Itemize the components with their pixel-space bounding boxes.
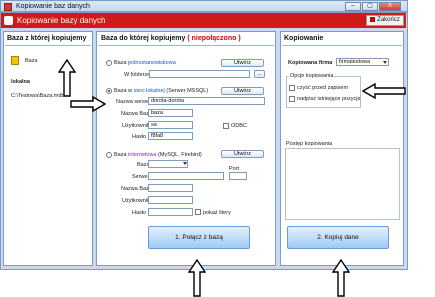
divider: [5, 45, 91, 46]
overwrite-label: nadpisz istniejące pozycje: [297, 96, 361, 102]
copy-data-button[interactable]: 2. Kopiuj dane: [287, 226, 389, 249]
opt2-highlight: sieci lokalnej: [133, 88, 165, 94]
opt2-label: Baza w sieci lokalnej (Serwer MSSQL): [114, 88, 208, 94]
inet-dbname-label: Nazwa Bazy: [121, 186, 152, 192]
clear-before-save-label: czyść przed zapisem: [297, 85, 349, 91]
folder-input[interactable]: [149, 70, 250, 78]
overwrite-checkbox[interactable]: [289, 96, 295, 102]
inet-user-label: Użytkownik: [122, 198, 150, 204]
db-name-input[interactable]: baza: [148, 109, 193, 117]
source-db-label: Baza: [25, 58, 38, 64]
copy-title: Kopiowanie: [284, 35, 324, 42]
create-button-2[interactable]: Utwórz: [221, 87, 264, 95]
firm-select[interactable]: firmatestowa: [336, 58, 389, 66]
create-button-3[interactable]: Utwórz: [221, 150, 264, 158]
exit-icon: [370, 16, 376, 22]
inet-user-input[interactable]: [148, 196, 193, 204]
arrow-up-icon: [58, 59, 76, 97]
inet-dbname-input[interactable]: [148, 184, 193, 192]
radio-internet[interactable]: [106, 152, 112, 158]
source-panel: [3, 31, 93, 266]
inet-server-input[interactable]: [148, 172, 224, 180]
target-title: Baza do której kopiujemy ( niepołączono …: [101, 35, 241, 42]
divider: [282, 45, 402, 46]
close-button[interactable]: X: [379, 2, 401, 11]
arrow-up-icon: [188, 259, 206, 297]
minimize-button[interactable]: –: [345, 2, 361, 11]
browse-button[interactable]: ...: [254, 70, 265, 78]
opt2-prefix: Baza w: [114, 88, 134, 94]
target-title-text: Baza do której kopiujemy: [101, 35, 186, 42]
header-title: Kopiowanie bazy danych: [17, 16, 106, 25]
exit-button[interactable]: Zakończ: [366, 15, 404, 26]
arrow-right-icon: [70, 96, 106, 112]
password-input[interactable]: f8fa8: [148, 132, 193, 140]
source-path: C:\Testowa\Baza.mdb: [11, 93, 65, 99]
chevron-down-icon: [383, 61, 387, 64]
copy-options-title: Opcje kopiowania: [289, 73, 335, 79]
source-type: lokalna: [11, 79, 30, 85]
progress-label: Postęp kopiowania: [286, 141, 333, 147]
inet-pass-label: Hasło: [132, 210, 147, 216]
connect-button[interactable]: 1. Połącz z bazą: [148, 226, 250, 249]
opt2-suffix: (Serwer MSSQL): [164, 88, 209, 94]
user-label: Użytkownik: [122, 123, 150, 129]
db-name-label: Nazwa Bazy: [121, 111, 152, 117]
window-title: Kopiowanie baz danych: [16, 3, 90, 10]
progress-log: [285, 148, 400, 220]
inet-pass-input[interactable]: [148, 208, 193, 216]
window-titlebar: Kopiowanie baz danych – ▢ X: [0, 0, 408, 12]
inet-server-label: Serwer: [132, 174, 150, 180]
odbc-label: ODBC: [231, 123, 247, 129]
firm-label: Kopiowana firma: [288, 60, 333, 66]
folder-label: W folderze: [124, 72, 151, 78]
database-icon: [11, 56, 19, 65]
chevron-down-icon: [183, 162, 187, 165]
show-password-checkbox[interactable]: [195, 209, 201, 215]
radio-local-network[interactable]: [106, 88, 112, 94]
server-name-input[interactable]: dorota-dorota: [148, 97, 265, 105]
opt1-prefix: Baza: [114, 60, 129, 66]
odbc-checkbox[interactable]: [223, 123, 229, 129]
inet-db-select[interactable]: [148, 160, 188, 168]
port-input[interactable]: [229, 172, 247, 180]
create-button-1[interactable]: Utwórz: [221, 59, 264, 67]
show-password-label: pokaż litery: [203, 210, 231, 216]
database-icon: [4, 16, 13, 25]
radio-standalone[interactable]: [106, 60, 112, 66]
maximize-button[interactable]: ▢: [362, 2, 378, 11]
app-header: Kopiowanie bazy danych: [1, 13, 406, 28]
arrow-left-icon: [362, 83, 406, 99]
exit-label: Zakończ: [377, 17, 400, 23]
opt1-highlight: jednostanowiskowa: [128, 60, 176, 66]
source-title: Baza z której kopiujemy: [7, 35, 87, 42]
arrow-up-icon: [332, 259, 350, 297]
divider: [98, 45, 274, 46]
opt1-label: Baza jednostanowiskowa: [114, 60, 176, 66]
opt3-highlight: internetowa: [128, 152, 157, 158]
password-label: Hasło: [132, 134, 147, 140]
copy-options-group: [286, 76, 361, 108]
opt3-suffix: (MySQL, Firebird): [156, 152, 202, 158]
opt3-prefix: Baza: [114, 152, 129, 158]
user-input[interactable]: sa: [148, 121, 193, 129]
connection-status: ( niepołączono ): [187, 35, 241, 42]
opt3-label: Baza internetowa (MySQL, Firebird): [114, 152, 202, 158]
app-icon: [4, 3, 12, 11]
clear-before-save-checkbox[interactable]: [289, 85, 295, 91]
